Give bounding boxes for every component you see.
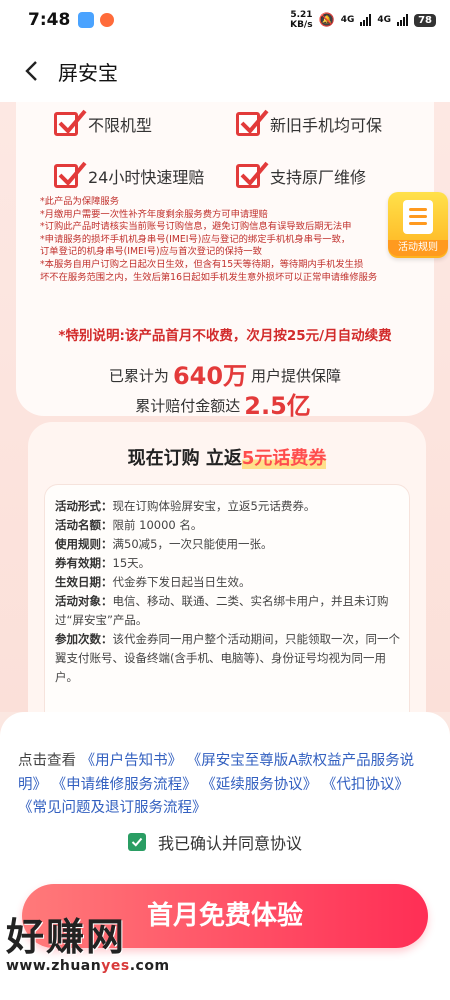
link-user-notice[interactable]: 《用户告知书》 <box>81 753 183 769</box>
rule-item: 活动名额：限前 10000 名。 <box>55 518 203 532</box>
document-icon <box>403 200 433 234</box>
activity-rules-label: 活动规则 <box>388 240 448 256</box>
check-icon <box>54 161 87 188</box>
agree-checkbox[interactable] <box>128 833 146 851</box>
checkmark-icon <box>131 837 143 847</box>
special-note: *特别说明:该产品首月不收费，次月按25元/月自动续费 <box>58 328 392 344</box>
promo-card: 现在订购 立返5元话费券 活动形式：现在订购体验屏安宝，立返5元话费券。 活动名… <box>28 422 426 712</box>
rule-item: 参加次数：该代金券同一用户整个活动期间，只能领取一次，同一个翼支付账号、设备终端… <box>55 632 400 684</box>
status-time: 7:48 <box>28 10 71 30</box>
rule-item: 使用规则：满50减5，一次只能使用一张。 <box>55 537 273 551</box>
agree-label: 我已确认并同意协议 <box>158 834 303 853</box>
link-repair-process[interactable]: 《申请维修服务流程》 <box>52 777 197 793</box>
service-notes: *此产品为保障服务 *月缴用户需要一次性补齐年度剩余服务费方可申请理赔 *订购此… <box>40 196 378 283</box>
mute-icon: 🔕 <box>318 12 335 28</box>
link-renewal-agreement[interactable]: 《延续服务协议》 <box>201 777 317 793</box>
claims-stat: 累计赔付金额达 2.5亿 <box>135 392 311 420</box>
rule-item: 券有效期：15天。 <box>55 556 151 570</box>
rule-item: 生效日期：代金券下发日起当日生效。 <box>55 575 251 589</box>
link-withholding-agreement[interactable]: 《代扣协议》 <box>322 777 409 793</box>
watermark-logo-text: 好赚网 <box>6 915 127 959</box>
check-icon <box>236 109 269 136</box>
network-label-2: 4G <box>377 15 392 25</box>
promo-rules: 活动形式：现在订购体验屏安宝，立返5元话费券。 活动名额：限前 10000 名。… <box>44 484 410 712</box>
site-watermark: 好赚网 www.zhuanyes.com <box>6 914 196 994</box>
main-content[interactable]: 不限机型 新旧手机均可保 24小时快速理赔 支持原厂维修 *此产品为保障服务 *… <box>0 102 450 712</box>
check-icon <box>236 161 269 188</box>
feature-item: 不限机型 <box>54 109 152 136</box>
feature-item: 新旧手机均可保 <box>236 109 382 136</box>
network-speed: 5.21 KB/s <box>290 10 313 30</box>
link-faq-unsubscribe[interactable]: 《常见问题及退订服务流程》 <box>18 800 207 816</box>
promo-title: 现在订购 立返5元话费券 <box>127 448 327 469</box>
feature-item: 24小时快速理赔 <box>54 161 204 188</box>
back-button[interactable] <box>16 56 46 86</box>
signal-icon-2 <box>397 14 409 26</box>
signal-icon <box>360 14 372 26</box>
watermark-url: www.zhuanyes.com <box>6 958 170 974</box>
nav-bar: 屏安宝 <box>0 40 450 102</box>
page-title: 屏安宝 <box>58 60 118 85</box>
activity-rules-button[interactable]: 活动规则 <box>388 192 448 258</box>
rule-item: 活动形式：现在订购体验屏安宝，立返5元话费券。 <box>55 499 316 513</box>
feature-item: 支持原厂维修 <box>236 161 366 188</box>
app-notification-icon-2 <box>100 13 115 27</box>
status-bar: 7:48 5.21 KB/s 🔕 4G 4G 78 <box>0 0 450 40</box>
rule-item: 活动对象：电信、移动、联通、二类、实名绑卡用户，并且未订购过“屏安宝”产品。 <box>55 594 389 627</box>
battery-indicator: 78 <box>414 13 436 27</box>
agree-checkbox-row[interactable]: 我已确认并同意协议 <box>128 830 302 854</box>
network-label-1: 4G <box>340 15 355 25</box>
app-notification-icon <box>78 12 95 28</box>
chevron-left-icon <box>25 61 37 81</box>
agreement-text: 点击查看 《用户告知书》 《屏安宝至尊版A款权益产品服务说明》 《申请维修服务流… <box>18 753 415 816</box>
check-icon <box>54 109 87 136</box>
